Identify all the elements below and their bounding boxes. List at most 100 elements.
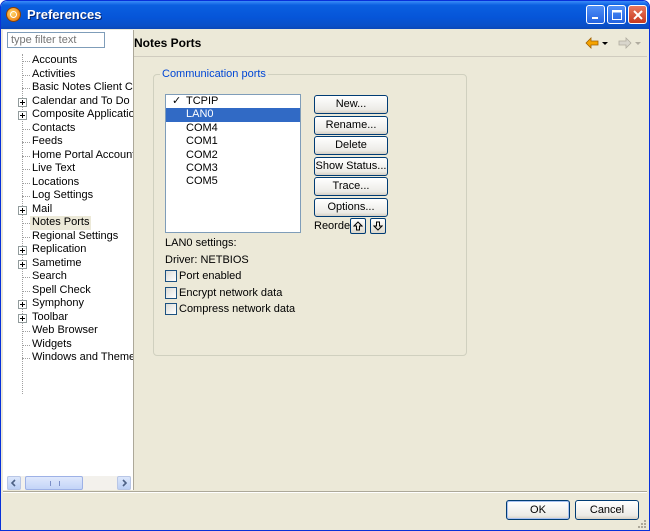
checkbox-box[interactable] <box>165 287 177 299</box>
port-list-item[interactable]: COM4 <box>166 122 300 135</box>
tree-connector <box>22 358 30 359</box>
filter-input[interactable] <box>7 32 105 48</box>
port-label: LAN0 <box>186 108 214 121</box>
expand-plus-icon[interactable] <box>18 246 27 255</box>
expand-plus-icon[interactable] <box>18 300 27 309</box>
scroll-thumb[interactable] <box>25 476 83 490</box>
port-list-item[interactable]: COM5 <box>166 175 300 188</box>
port-label: COM5 <box>186 175 218 188</box>
preferences-tree: Accounts ActivitiesBasic Notes Client Con… <box>3 54 133 474</box>
tree-item[interactable]: Regional Settings <box>3 230 133 244</box>
port-label: COM4 <box>186 121 218 134</box>
tree-item-label: Notes Ports <box>30 216 92 230</box>
expand-plus-icon[interactable] <box>18 111 27 120</box>
maximize-button[interactable] <box>607 5 626 24</box>
trace-button[interactable]: Trace... <box>314 177 388 196</box>
delete-port-button[interactable]: Delete <box>314 136 388 155</box>
tree-item[interactable]: Widgets <box>3 338 133 352</box>
tree-item-label: Log Settings <box>32 189 94 201</box>
tree-item[interactable]: Notes Ports <box>3 216 133 230</box>
tree-item-label: Accounts <box>32 54 78 66</box>
horizontal-scrollbar[interactable] <box>7 476 131 490</box>
new-port-button[interactable]: New... <box>314 95 388 114</box>
cancel-button[interactable]: Cancel <box>575 500 639 520</box>
tree-item-label: Feeds <box>32 135 63 147</box>
notes-app-icon <box>6 7 21 22</box>
tree-item-label: Home Portal Account <box>32 148 133 161</box>
move-down-button[interactable] <box>370 218 386 234</box>
tree-item-label: Spell Check <box>32 283 91 296</box>
move-up-button[interactable] <box>350 218 366 234</box>
scroll-left-button[interactable] <box>7 476 21 490</box>
tree-connector <box>22 182 30 184</box>
ports-list[interactable]: ✓ TCPIP LAN0 COM4 COM1 COM2 COM3 COM5 <box>165 94 301 233</box>
port-label: COM2 <box>186 148 218 161</box>
forward-button[interactable] <box>618 37 632 52</box>
chevron-right-icon <box>122 479 128 487</box>
options-button[interactable]: Options... <box>314 198 388 217</box>
port-list-item[interactable]: COM3 <box>166 162 300 175</box>
tree-connector <box>22 142 30 143</box>
arrow-down-icon <box>373 221 383 231</box>
tree-item[interactable]: Composite Application Ed <box>3 108 133 122</box>
port-list-item[interactable]: COM1 <box>166 135 300 148</box>
back-button[interactable] <box>585 37 599 52</box>
tree-item[interactable]: Contacts <box>3 122 133 136</box>
scroll-right-button[interactable] <box>117 476 131 490</box>
tree-connector <box>22 88 30 89</box>
title-bar[interactable]: Preferences <box>1 1 649 29</box>
tree-item[interactable]: Symphony <box>3 297 133 311</box>
tree-item[interactable]: Web Browser <box>3 324 133 338</box>
expand-plus-icon[interactable] <box>18 313 27 323</box>
tree-item[interactable]: Search <box>3 270 133 284</box>
tree-item[interactable]: Mail <box>3 203 133 217</box>
back-history-dropdown[interactable] <box>602 42 608 45</box>
tree-item[interactable]: Sametime <box>3 257 133 271</box>
tree-item[interactable]: Home Portal Account <box>3 149 133 163</box>
tree-item[interactable]: Locations <box>3 176 133 190</box>
tree-item[interactable]: Live Text <box>3 162 133 176</box>
tree-item-label: Live Text <box>32 162 76 174</box>
group-label: Communication ports <box>160 68 268 80</box>
forward-history-dropdown[interactable] <box>635 42 641 45</box>
checkbox-box[interactable] <box>165 270 177 282</box>
tree-item-label: Web Browser <box>32 324 98 336</box>
tree-item[interactable]: Windows and Themes <box>3 351 133 365</box>
tree-item-label: Regional Settings <box>32 229 119 242</box>
checkbox-box[interactable] <box>165 303 177 315</box>
tree-item[interactable]: Replication <box>3 243 133 257</box>
tree-item[interactable]: Basic Notes Client Config <box>3 81 133 95</box>
tree-connector <box>22 331 30 332</box>
resize-grip-icon[interactable] <box>637 519 647 529</box>
tree-connector <box>22 61 30 62</box>
tree-connector <box>22 290 30 292</box>
footer-separator <box>3 491 647 493</box>
back-arrow-icon <box>585 37 599 49</box>
expand-plus-icon[interactable] <box>18 205 27 215</box>
tree-connector <box>22 344 30 346</box>
tree-item[interactable]: Accounts <box>3 54 133 68</box>
tree-item[interactable]: Toolbar <box>3 311 133 325</box>
driver-label: Driver: NETBIOS <box>165 254 249 266</box>
expand-plus-icon[interactable] <box>18 259 27 269</box>
close-icon <box>633 10 643 20</box>
tree-connector <box>22 155 30 157</box>
ok-button[interactable]: OK <box>506 500 570 520</box>
port-list-item[interactable]: COM2 <box>166 149 300 162</box>
tree-item[interactable]: Calendar and To Do <box>3 95 133 109</box>
port-list-item[interactable]: LAN0 <box>166 108 300 122</box>
expand-plus-icon[interactable] <box>18 97 27 107</box>
minimize-button[interactable] <box>586 5 605 24</box>
tree-item[interactable]: Log Settings <box>3 189 133 203</box>
port-list-item[interactable]: ✓ TCPIP <box>166 95 300 108</box>
rename-port-button[interactable]: Rename... <box>314 116 388 135</box>
tree-item[interactable]: Spell Check <box>3 284 133 298</box>
arrow-up-icon <box>353 221 363 231</box>
tree-item[interactable]: Activities <box>3 68 133 82</box>
tree-item[interactable]: Feeds <box>3 135 133 149</box>
show-status-button[interactable]: Show Status... <box>314 157 388 176</box>
close-button[interactable] <box>628 5 647 24</box>
checkbox-label: Port enabled <box>179 270 242 282</box>
checkbox-label: Encrypt network data <box>179 287 283 299</box>
maximize-icon <box>612 10 622 20</box>
